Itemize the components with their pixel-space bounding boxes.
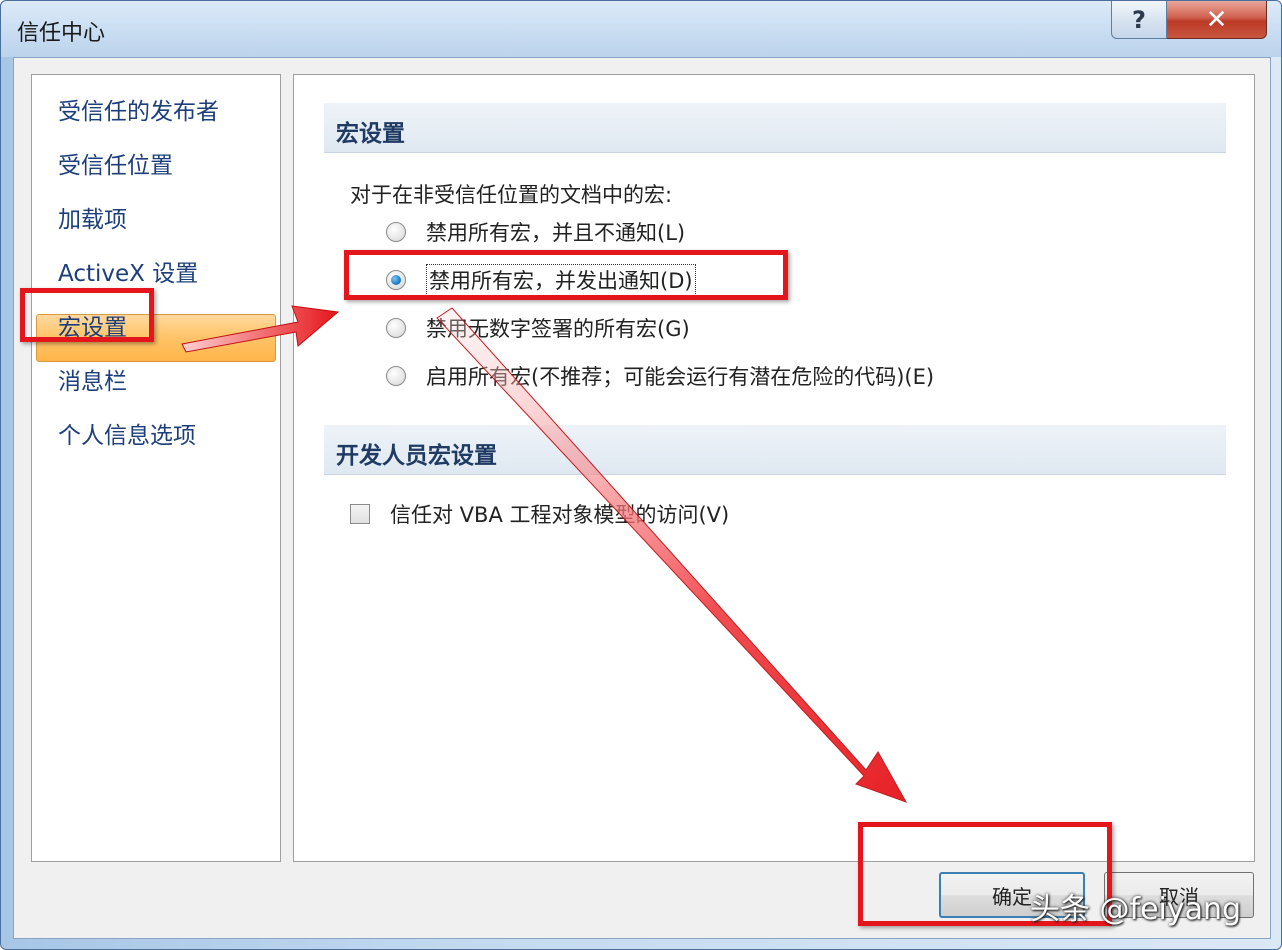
- macro-settings-title: 宏设置: [336, 121, 405, 147]
- sidebar-item-message-bar[interactable]: 消息栏: [58, 362, 127, 396]
- radio-label: 启用所有宏(不推荐；可能会运行有潜在危险的代码)(E): [426, 365, 935, 389]
- macro-settings-header: 宏设置: [324, 103, 1226, 153]
- sidebar-item-privacy-options[interactable]: 个人信息选项: [58, 416, 196, 450]
- sidebar-item-trusted-locations[interactable]: 受信任位置: [58, 146, 173, 180]
- radio-label: 禁用所有宏，并且不通知(L): [426, 221, 686, 245]
- radio-enable-all[interactable]: 启用所有宏(不推荐；可能会运行有潜在危险的代码)(E): [386, 361, 934, 391]
- window-controls: ? ✕: [1111, 1, 1267, 41]
- macro-intro-text: 对于在非受信任位置的文档中的宏:: [350, 183, 673, 207]
- close-button[interactable]: ✕: [1167, 1, 1267, 39]
- help-button[interactable]: ?: [1111, 1, 1167, 39]
- radio-button[interactable]: [386, 318, 406, 338]
- vba-trust-checkbox-row[interactable]: 信任对 VBA 工程对象模型的访问(V): [350, 499, 729, 529]
- watermark: 头条 @feiyang: [1030, 892, 1242, 927]
- annotation-box-sidebar: [20, 288, 154, 342]
- radio-disable-unsigned[interactable]: 禁用无数字签署的所有宏(G): [386, 313, 690, 343]
- close-icon: ✕: [1205, 4, 1228, 35]
- settings-panel: 宏设置 对于在非受信任位置的文档中的宏: 禁用所有宏，并且不通知(L) 禁用所有…: [293, 74, 1255, 862]
- window-title: 信任中心: [17, 21, 106, 46]
- vba-trust-checkbox[interactable]: [350, 504, 370, 524]
- title-bar: 信任中心 ? ✕: [1, 1, 1281, 57]
- vba-trust-label: 信任对 VBA 工程对象模型的访问(V): [390, 503, 730, 527]
- sidebar-nav: 受信任的发布者 受信任位置 加载项 ActiveX 设置 宏设置 消息栏 个人信…: [31, 74, 281, 862]
- radio-label: 禁用无数字签署的所有宏(G): [426, 317, 690, 341]
- sidebar-item-add-ins[interactable]: 加载项: [58, 200, 127, 234]
- help-icon: ?: [1132, 5, 1146, 34]
- annotation-box-option: [344, 250, 788, 300]
- radio-button[interactable]: [386, 366, 406, 386]
- developer-settings-header: 开发人员宏设置: [324, 425, 1226, 475]
- dialog-body: 受信任的发布者 受信任位置 加载项 ActiveX 设置 宏设置 消息栏 个人信…: [13, 57, 1271, 939]
- radio-button[interactable]: [386, 222, 406, 242]
- developer-settings-title: 开发人员宏设置: [336, 443, 497, 469]
- sidebar-item-activex[interactable]: ActiveX 设置: [58, 254, 198, 288]
- trust-center-dialog: 信任中心 ? ✕ 受信任的发布者 受信任位置 加载项 ActiveX 设置 宏设…: [0, 0, 1282, 950]
- radio-disable-no-notify[interactable]: 禁用所有宏，并且不通知(L): [386, 217, 685, 247]
- sidebar-item-trusted-publishers[interactable]: 受信任的发布者: [58, 92, 219, 126]
